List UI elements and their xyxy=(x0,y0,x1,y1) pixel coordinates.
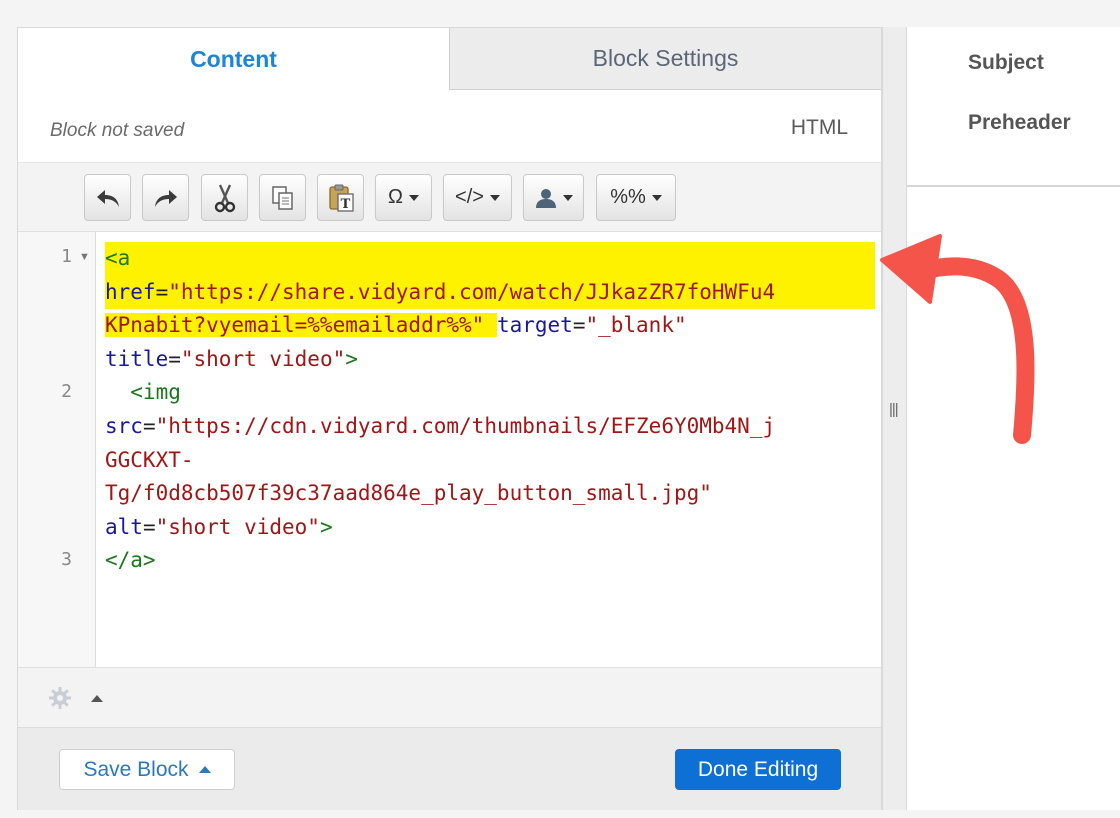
undo-button[interactable] xyxy=(84,174,131,221)
code-content[interactable]: <a href="https://share.vidyard.com/watch… xyxy=(105,242,875,578)
save-block-button[interactable]: Save Block xyxy=(59,749,235,790)
preheader-label: Preheader xyxy=(968,111,1071,134)
code-line: <img xyxy=(105,376,875,410)
divider xyxy=(907,185,1120,187)
scissors-icon xyxy=(214,184,235,212)
line-number: 1 xyxy=(61,246,72,267)
cut-button[interactable] xyxy=(201,174,248,221)
editor-tabs: Content Block Settings xyxy=(18,28,881,90)
code-line: </a> xyxy=(105,544,875,578)
annotation-arrow-icon xyxy=(880,234,1035,444)
save-block-label: Save Block xyxy=(83,757,189,781)
code-line: title="short video"> xyxy=(105,346,358,371)
code-line: src="https://cdn.vidyard.com/thumbnails/… xyxy=(105,413,776,438)
chevron-down-icon xyxy=(651,194,662,201)
email-editor-app: Content Block Settings Block not saved H… xyxy=(0,0,1120,818)
code-line: Tg/f0d8cb507f39c37aad864e_play_button_sm… xyxy=(105,477,875,511)
undo-arrow-icon xyxy=(96,189,119,207)
chevron-down-icon xyxy=(489,194,500,201)
code-line: <a xyxy=(105,242,875,276)
code-token: </a> xyxy=(105,548,156,573)
chevron-down-icon xyxy=(562,194,573,201)
omega-icon: Ω xyxy=(388,186,403,208)
block-status-text: Block not saved xyxy=(50,120,185,141)
tab-block-settings[interactable]: Block Settings xyxy=(450,28,881,90)
editor-options-bar xyxy=(18,667,881,727)
code-line: GGCKXT- xyxy=(105,444,875,478)
subject-label: Subject xyxy=(968,51,1044,74)
personalization-dropdown[interactable] xyxy=(523,174,584,221)
status-bar: Block not saved HTML xyxy=(18,90,881,162)
code-token: <a xyxy=(105,246,131,270)
person-icon xyxy=(535,188,556,208)
code-editor[interactable]: 1 ▼ 2 3 <a href="https://share.vidyard.c… xyxy=(18,231,881,668)
block-editor-panel: Content Block Settings Block not saved H… xyxy=(17,27,882,810)
code-line: alt="short video"> xyxy=(105,514,333,539)
paste-text-icon: T xyxy=(328,184,354,212)
source-code-dropdown[interactable]: </> xyxy=(443,174,512,221)
svg-text:T: T xyxy=(340,197,350,212)
code-line: href="https://share.vidyard.com/watch/JJ… xyxy=(105,275,875,310)
code-token: GGCKXT- xyxy=(105,447,194,472)
code-token-href: href="https://share.vidyard.com/watch/JJ… xyxy=(105,275,875,310)
fold-arrow-icon[interactable]: ▼ xyxy=(79,251,90,263)
gear-icon[interactable] xyxy=(48,686,72,710)
copy-button[interactable] xyxy=(259,174,306,221)
merge-tag-label: %% xyxy=(610,186,646,208)
editor-mode-label: HTML xyxy=(790,116,848,139)
code-icon: </> xyxy=(455,186,484,208)
code-line: KPnabit?vyemail=%%emailaddr%%" target="_… xyxy=(105,313,687,338)
special-character-dropdown[interactable]: Ω xyxy=(375,174,432,221)
chevron-up-icon xyxy=(198,766,211,773)
chevron-up-icon[interactable] xyxy=(91,695,103,702)
chevron-down-icon xyxy=(408,194,419,201)
copy-icon xyxy=(271,185,293,210)
merge-tag-dropdown[interactable]: %% xyxy=(596,174,676,221)
redo-button[interactable] xyxy=(142,174,189,221)
redo-arrow-icon xyxy=(154,189,177,207)
line-number-gutter: 1 ▼ 2 3 xyxy=(18,232,96,668)
editor-toolbar: T Ω </> %% xyxy=(18,162,881,231)
line-number: 2 xyxy=(61,381,72,402)
paste-text-button[interactable]: T xyxy=(317,174,364,221)
done-editing-button[interactable]: Done Editing xyxy=(675,749,841,790)
code-token: <img xyxy=(105,380,181,405)
block-actions: Save Block Done Editing xyxy=(18,727,881,810)
line-number: 3 xyxy=(61,549,72,570)
code-token: Tg/f0d8cb507f39c37aad864e_play_button_sm… xyxy=(105,481,712,506)
tab-content[interactable]: Content xyxy=(18,28,450,90)
